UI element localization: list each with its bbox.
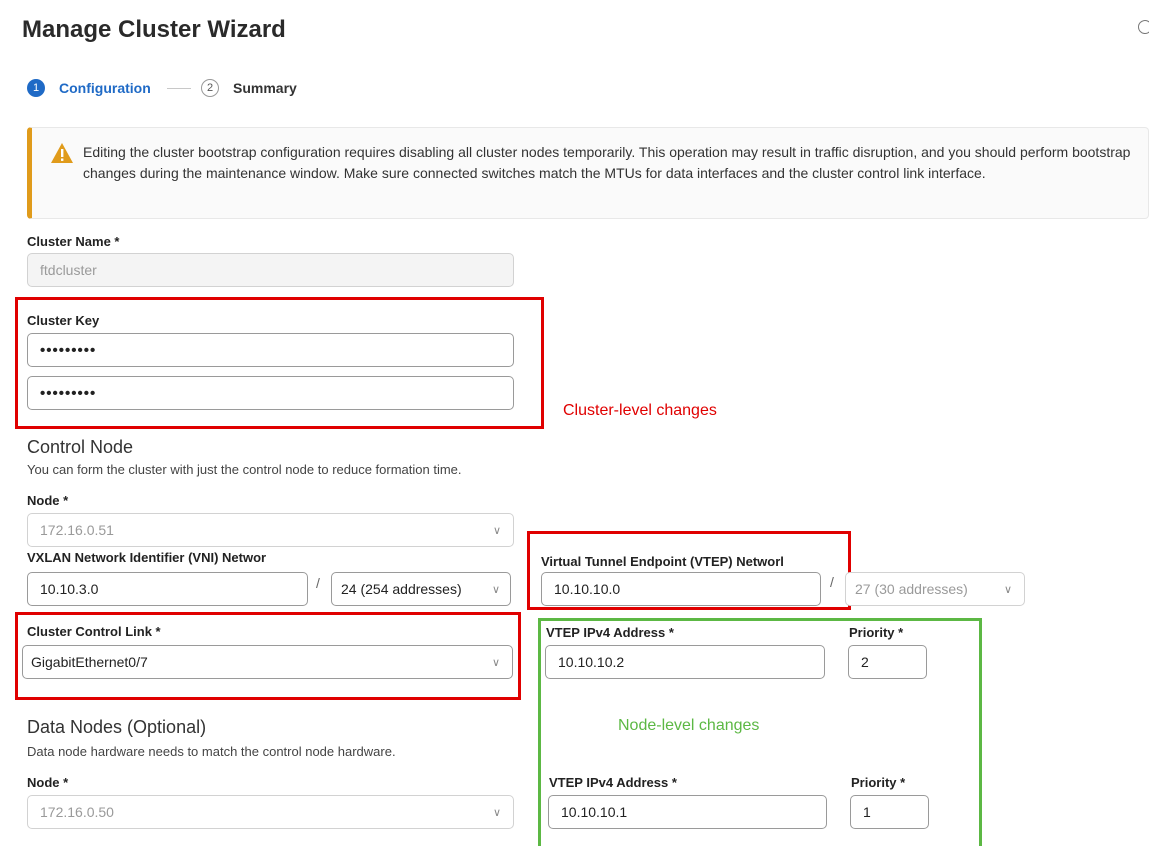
- data-node-value: 172.16.0.50: [40, 804, 114, 820]
- step-1-circle[interactable]: 1: [27, 79, 45, 97]
- cluster-key-confirm-field[interactable]: •••••••••: [27, 376, 514, 410]
- vni-separator: /: [316, 575, 320, 591]
- vtep-mask-select[interactable]: 27 (30 addresses) ∨: [845, 572, 1025, 606]
- control-node-heading: Control Node: [27, 437, 134, 457]
- data-nodes-heading: Data Nodes (Optional): [27, 717, 207, 737]
- data-node-label: Node *: [27, 775, 69, 790]
- data-vtep-ip-label: VTEP IPv4 Address *: [549, 775, 677, 790]
- ccl-label: Cluster Control Link *: [27, 624, 161, 639]
- control-node-label: Node *: [27, 493, 69, 508]
- vtep-network-field[interactable]: 10.10.10.0: [541, 572, 821, 606]
- cluster-key-field[interactable]: •••••••••: [27, 333, 514, 367]
- control-priority-label: Priority *: [849, 625, 904, 640]
- page-title: Manage Cluster Wizard: [22, 16, 286, 43]
- cluster-level-annotation: Cluster-level changes: [563, 402, 717, 419]
- control-vtep-ip-label: VTEP IPv4 Address *: [546, 625, 674, 640]
- chevron-down-icon: ∨: [492, 524, 501, 537]
- vni-mask-value: 24 (254 addresses): [341, 581, 462, 597]
- vni-network-value: 10.10.3.0: [40, 581, 99, 597]
- data-priority-field[interactable]: 1: [850, 795, 929, 829]
- vtep-network-label: Virtual Tunnel Endpoint (VTEP) Networl: [541, 554, 784, 569]
- control-priority-value: 2: [861, 654, 869, 670]
- cluster-name-field: ftdcluster: [27, 253, 514, 287]
- cluster-key-confirm-value: •••••••••: [40, 384, 97, 402]
- step-2-circle[interactable]: 2: [201, 79, 219, 97]
- cluster-key-label: Cluster Key: [27, 313, 100, 328]
- control-priority-field[interactable]: 2: [848, 645, 927, 679]
- data-vtep-ip-field[interactable]: 10.10.10.1: [548, 795, 827, 829]
- warning-message: Editing the cluster bootstrap configurat…: [83, 144, 1131, 181]
- chevron-down-icon: ∨: [492, 806, 501, 819]
- warning-triangle-icon: [51, 143, 73, 163]
- vni-mask-select[interactable]: 24 (254 addresses) ∨: [331, 572, 511, 606]
- data-priority-value: 1: [863, 804, 871, 820]
- control-vtep-ip-field[interactable]: 10.10.10.2: [545, 645, 825, 679]
- data-node-select[interactable]: 172.16.0.50 ∨: [27, 795, 514, 829]
- ccl-select[interactable]: GigabitEthernet0/7 ∨: [22, 645, 513, 679]
- data-priority-label: Priority *: [851, 775, 906, 790]
- chevron-down-icon: ∨: [491, 656, 500, 669]
- chevron-down-icon: ∨: [1003, 583, 1012, 596]
- step-configuration[interactable]: Configuration: [59, 80, 151, 96]
- step-connector: [167, 88, 191, 89]
- help-circle-icon[interactable]: [1138, 20, 1149, 34]
- data-vtep-ip-value: 10.10.10.1: [561, 804, 628, 820]
- node-level-annotation: Node-level changes: [618, 717, 760, 734]
- vtep-separator: /: [830, 574, 834, 590]
- chevron-down-icon: ∨: [491, 583, 500, 596]
- cluster-name-label: Cluster Name *: [27, 234, 120, 249]
- vtep-mask-value: 27 (30 addresses): [855, 581, 968, 597]
- ccl-value: GigabitEthernet0/7: [31, 654, 148, 670]
- data-nodes-description: Data node hardware needs to match the co…: [27, 744, 396, 759]
- vni-network-label: VXLAN Network Identifier (VNI) Networ: [27, 550, 267, 565]
- control-vtep-ip-value: 10.10.10.2: [558, 654, 625, 670]
- vni-network-field[interactable]: 10.10.3.0: [27, 572, 308, 606]
- vtep-network-value: 10.10.10.0: [554, 581, 621, 597]
- step-summary[interactable]: Summary: [233, 80, 297, 96]
- cluster-key-value: •••••••••: [40, 341, 97, 359]
- control-node-description: You can form the cluster with just the c…: [27, 462, 462, 477]
- control-node-value: 172.16.0.51: [40, 522, 114, 538]
- cluster-name-value: ftdcluster: [40, 262, 97, 278]
- control-node-select[interactable]: 172.16.0.51 ∨: [27, 513, 514, 547]
